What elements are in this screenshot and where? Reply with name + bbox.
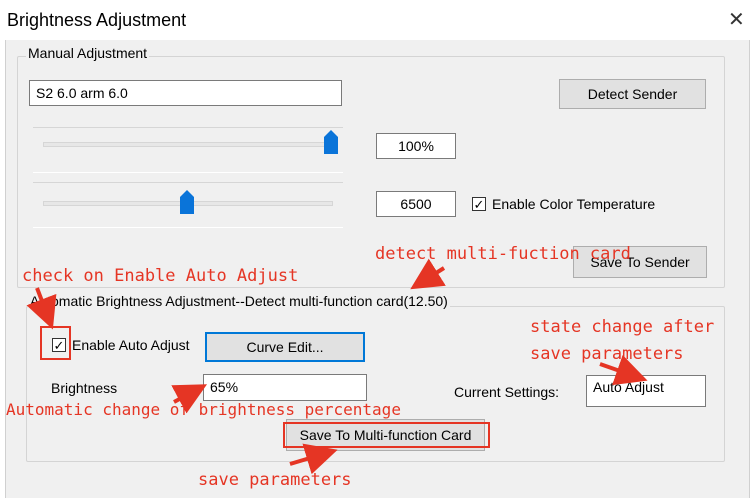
save-to-card-highlight bbox=[283, 422, 490, 448]
current-settings-label: Current Settings: bbox=[454, 384, 560, 400]
enable-auto-adjust-highlight bbox=[40, 326, 71, 360]
curve-edit-button[interactable]: Curve Edit... bbox=[205, 332, 365, 362]
annotation-state-change-2: save parameters bbox=[530, 344, 684, 364]
color-temperature-value-field[interactable]: 6500 bbox=[376, 191, 456, 217]
brightness-slider-rail bbox=[43, 142, 333, 147]
current-settings-field[interactable]: Auto Adjust bbox=[586, 375, 706, 407]
brightness-value-field[interactable]: 100% bbox=[376, 133, 456, 159]
color-temperature-slider[interactable] bbox=[33, 182, 343, 228]
window-title: Brightness Adjustment bbox=[7, 10, 187, 30]
close-icon[interactable]: ✕ bbox=[728, 10, 745, 30]
manual-adjustment-label: Manual Adjustment bbox=[26, 45, 150, 61]
detect-sender-button[interactable]: Detect Sender bbox=[559, 79, 706, 109]
annotation-state-change-1: state change after bbox=[530, 317, 715, 337]
brightness-slider-thumb[interactable] bbox=[324, 130, 338, 154]
enable-auto-adjust-label[interactable]: Enable Auto Adjust bbox=[72, 337, 190, 353]
annotation-auto-change: Automatic change of brightness percentag… bbox=[6, 400, 401, 419]
brightness-label: Brightness bbox=[51, 380, 118, 396]
enable-color-temperature-label[interactable]: Enable Color Temperature bbox=[492, 196, 655, 212]
brightness-slider[interactable] bbox=[33, 127, 343, 173]
annotation-save-params: save parameters bbox=[198, 470, 352, 490]
annotation-check-on: check on Enable Auto Adjust bbox=[22, 266, 299, 286]
color-temperature-slider-thumb[interactable] bbox=[180, 190, 194, 214]
sender-field[interactable]: S2 6.0 arm 6.0 bbox=[29, 80, 342, 106]
automatic-adjustment-label: Automatic Brightness Adjustment--Detect … bbox=[28, 293, 450, 309]
auto-brightness-field[interactable]: 65% bbox=[203, 374, 367, 401]
enable-color-temperature-checkbox[interactable]: ✓ bbox=[472, 197, 486, 211]
annotation-detect-card: detect multi-fuction card bbox=[375, 244, 631, 264]
